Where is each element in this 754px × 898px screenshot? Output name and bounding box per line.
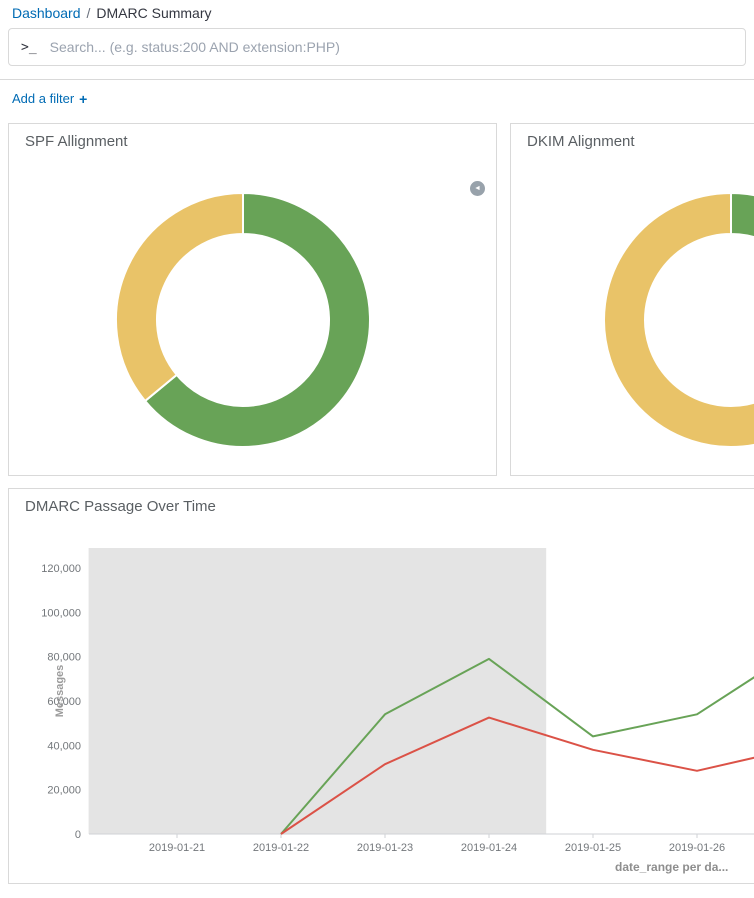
add-filter-button[interactable]: Add a filter + xyxy=(12,91,87,106)
y-axis-title: Messages xyxy=(54,665,66,718)
breadcrumb: Dashboard / DMARC Summary xyxy=(0,0,754,21)
y-tick-label: 100,000 xyxy=(41,607,81,619)
x-axis-title: date_range per da... xyxy=(615,860,728,874)
dkim-alignment-panel: DKIM Alignment xyxy=(510,123,754,476)
y-tick-label: 0 xyxy=(75,829,81,841)
add-filter-label: Add a filter xyxy=(12,91,74,106)
plus-icon: + xyxy=(79,92,87,106)
search-input[interactable] xyxy=(48,38,733,56)
query-bar: >_ xyxy=(0,21,754,79)
x-tick-label: 2019-01-22 xyxy=(253,842,309,854)
y-tick-label: 80,000 xyxy=(47,652,81,664)
x-tick-label: 2019-01-25 xyxy=(565,842,621,854)
filter-bar: Add a filter + xyxy=(0,79,754,120)
donut-slice-yellow[interactable] xyxy=(604,193,754,447)
x-tick-label: 2019-01-24 xyxy=(461,842,517,854)
timeline-panel-title: DMARC Passage Over Time xyxy=(9,489,754,515)
y-tick-label: 120,000 xyxy=(41,563,81,575)
search-box[interactable]: >_ xyxy=(8,28,746,66)
dmarc-passage-line-chart[interactable]: 020,00040,00060,00080,000100,000120,0002… xyxy=(9,529,754,883)
donut-slice-green[interactable] xyxy=(731,193,754,250)
spf-donut-chart[interactable] xyxy=(9,156,496,475)
query-prompt-icon: >_ xyxy=(21,40,37,55)
breadcrumb-dashboard-link[interactable]: Dashboard xyxy=(12,5,81,21)
donut-slice-yellow[interactable] xyxy=(116,193,243,401)
x-tick-label: 2019-01-21 xyxy=(149,842,205,854)
dkim-donut-chart[interactable] xyxy=(511,156,754,475)
spf-alignment-panel: SPF Allignment ◄ xyxy=(8,123,497,476)
x-tick-label: 2019-01-26 xyxy=(669,842,725,854)
dmarc-passage-panel: DMARC Passage Over Time 020,00040,00060,… xyxy=(8,488,754,884)
y-tick-label: 40,000 xyxy=(47,740,81,752)
dkim-panel-title: DKIM Alignment xyxy=(511,124,754,150)
x-tick-label: 2019-01-23 xyxy=(357,842,413,854)
page-title: DMARC Summary xyxy=(96,5,211,21)
spf-panel-title: SPF Allignment xyxy=(9,124,496,150)
y-tick-label: 20,000 xyxy=(47,785,81,797)
breadcrumb-separator: / xyxy=(87,5,91,21)
